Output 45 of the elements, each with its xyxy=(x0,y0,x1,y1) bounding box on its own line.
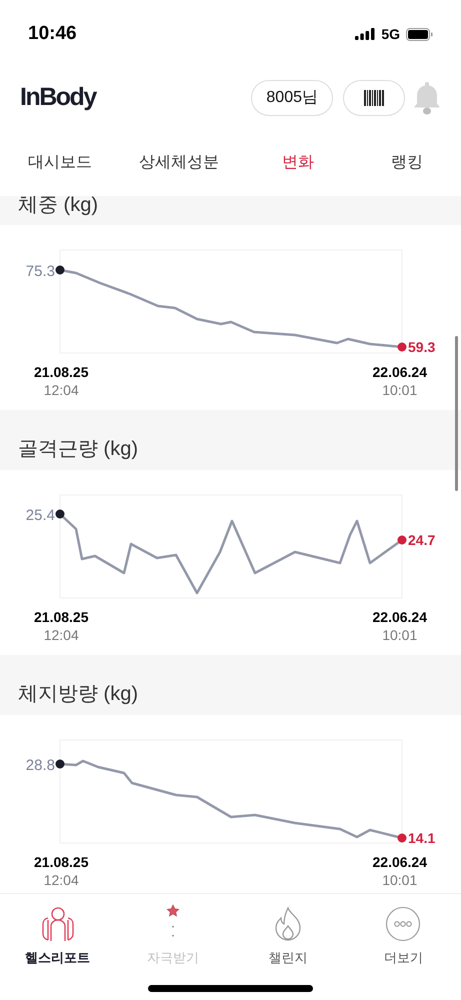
barcode-icon xyxy=(364,90,384,106)
network-label: 5G xyxy=(381,24,400,44)
time-label: 12:04 xyxy=(44,871,79,889)
section-title: 체지방량 (kg) xyxy=(18,682,138,707)
start-point xyxy=(56,266,64,274)
end-value: 59.3 xyxy=(408,339,436,355)
body-icon xyxy=(40,906,75,942)
date-label: 21.08.25 xyxy=(34,608,88,626)
date-label: 22.06.24 xyxy=(372,853,427,871)
more-icon xyxy=(385,906,422,942)
section-title: 골격근량 (kg) xyxy=(18,437,138,462)
time-label: 10:01 xyxy=(382,381,418,399)
battery-icon xyxy=(406,28,433,40)
nav-item[interactable]: 챌린지 xyxy=(230,904,346,968)
time-label: 12:04 xyxy=(44,626,79,644)
user-button[interactable]: 8005님 xyxy=(251,80,333,116)
logo: InBody xyxy=(20,82,98,114)
flame-icon xyxy=(273,906,304,942)
time-label: 10:01 xyxy=(382,871,418,889)
start-point xyxy=(56,760,64,768)
end-value: 14.1 xyxy=(408,830,436,846)
start-value: 25.4 xyxy=(26,507,55,524)
signal-icon xyxy=(355,28,376,40)
end-point xyxy=(398,834,406,842)
date-label: 21.08.25 xyxy=(34,853,88,871)
date-label: 22.06.24 xyxy=(372,608,427,626)
end-point xyxy=(398,342,406,352)
tab[interactable]: 대시보드 xyxy=(0,151,115,175)
nav-item[interactable]: 헬스리포트 xyxy=(0,904,116,968)
end-point xyxy=(398,536,406,544)
start-value: 28.8 xyxy=(26,757,55,774)
barcode-button[interactable] xyxy=(343,80,405,116)
tab[interactable]: 변화 xyxy=(243,151,353,175)
start-point xyxy=(56,510,64,518)
time-label: 12:04 xyxy=(44,381,79,399)
nav-item[interactable]: 더보기 xyxy=(346,904,461,968)
time-label: 10:01 xyxy=(382,626,418,644)
end-value: 24.7 xyxy=(408,532,436,548)
date-label: 22.06.24 xyxy=(372,363,427,381)
tab[interactable]: 랭킹 xyxy=(353,151,461,175)
date-label: 21.08.25 xyxy=(34,363,88,381)
clock: 10:46 xyxy=(28,22,77,46)
tab[interactable]: 상세체성분 xyxy=(115,151,243,175)
section-title: 체중 (kg) xyxy=(18,196,98,218)
start-value: 75.3 xyxy=(26,263,55,280)
